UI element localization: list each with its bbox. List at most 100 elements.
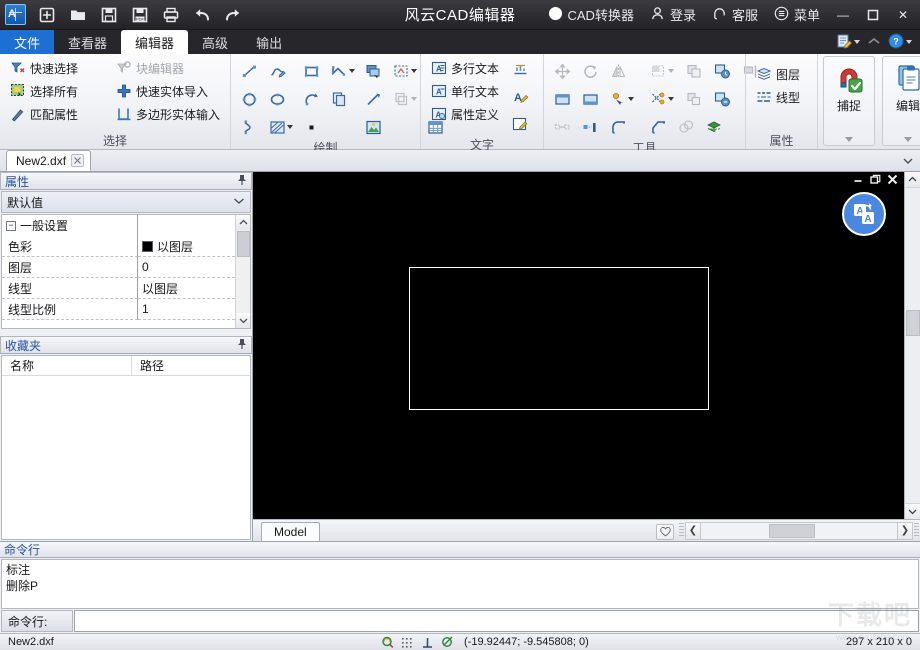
ellipse-tool[interactable] [264,86,290,112]
polygon-entity-input-item[interactable]: 多边形实体输入 [111,103,225,125]
text-style-pencil-tool[interactable]: A [507,84,533,110]
stretch-tool[interactable] [549,114,575,140]
property-row-layer[interactable]: 图层 0 [2,257,235,278]
splitter-grip-right[interactable] [914,523,919,538]
properties-default-combo[interactable]: 默认值 [1,191,251,213]
property-value-layer[interactable]: 0 [138,257,235,278]
extend-tool[interactable] [577,114,603,140]
circle-tool[interactable] [236,86,262,112]
rectangle-tool[interactable] [298,58,324,84]
pin-icon[interactable] [237,338,247,352]
chevron-down-icon[interactable] [845,137,853,142]
scale-tool[interactable] [709,58,735,84]
undo-button[interactable] [187,1,217,29]
help-button[interactable]: ? [886,33,914,52]
bring-front-tool[interactable] [549,86,575,112]
insert-block-tool[interactable] [360,58,386,84]
property-row-linetype-scale[interactable]: 线型比例 1 [2,299,235,320]
new-file-button[interactable] [32,1,62,29]
translate-language-icon[interactable]: A A [842,192,886,236]
explode-tool[interactable] [605,86,639,112]
point-tool[interactable] [298,114,324,140]
image-tool[interactable] [360,114,386,140]
cad-converter-button[interactable]: CAD转换器 [540,0,642,29]
properties-grid-scrollbar[interactable] [235,215,250,328]
support-button[interactable]: 客服 [704,0,766,29]
canvas-scroll-up-button[interactable] [904,172,920,188]
canvas-hscroll-thumb[interactable] [769,523,815,538]
angled-polyline-tool[interactable] [326,58,360,84]
rotate-tool[interactable] [577,58,603,84]
canvas-vertical-scrollbar[interactable] [904,172,920,519]
move-tool[interactable] [549,58,575,84]
attribute-definition-item[interactable]: A 属性定义 [426,103,507,125]
tab-output[interactable]: 输出 [242,30,296,54]
scroll-down-arrow-icon[interactable] [235,313,250,328]
hatch-tool[interactable] [264,114,298,140]
doc-tab-new2[interactable]: New2.dxf [6,150,92,171]
singleline-text-item[interactable]: A 单行文本 [426,80,507,102]
canvas-vscroll-thumb[interactable] [905,310,920,336]
property-value-linetype-scale[interactable]: 1 [138,299,235,320]
mdi-close-button[interactable] [887,174,898,188]
open-file-button[interactable] [63,1,93,29]
region-select-tool[interactable] [388,58,422,84]
canvas-scroll-right-button[interactable]: ❯ [897,521,913,540]
scrollbar-thumb[interactable] [236,231,250,257]
polar-toggle-icon[interactable] [441,635,455,649]
chevron-down-icon[interactable] [904,137,912,142]
document-tab-overflow[interactable] [902,150,920,171]
mdi-minimize-button[interactable] [853,174,864,188]
tab-file[interactable]: 文件 [0,30,55,54]
collapse-ribbon-button[interactable] [864,34,884,51]
chamfer-tool[interactable] [645,114,671,140]
array-tool[interactable] [681,86,707,112]
window-minimize-button[interactable]: — [828,0,858,29]
canvas-scroll-down-button[interactable] [904,503,920,519]
scroll-up-arrow-icon[interactable] [235,215,250,230]
text-align-tool[interactable] [507,57,533,83]
model-tab[interactable]: Model [261,522,320,541]
multiline-text-item[interactable]: A 多行文本 [426,57,507,79]
arc-tool[interactable] [298,86,324,112]
property-value-linetype[interactable]: 以图层 [138,278,235,299]
spline-tool[interactable] [236,114,262,140]
match-properties-item[interactable]: 匹配属性 [5,103,111,125]
offset-tool[interactable] [709,86,735,112]
gr i d-toggle-icon[interactable] [401,636,414,649]
canvas-hscroll-track[interactable] [701,521,897,540]
line-tool[interactable] [236,58,262,84]
measure-tool[interactable] [645,86,679,112]
close-x-icon[interactable] [71,154,85,167]
drawing-canvas[interactable]: A A [253,172,904,519]
fillet-tool[interactable] [605,114,631,140]
ortho-toggle-icon[interactable] [421,636,434,649]
window-maximize-button[interactable] [858,0,888,29]
pin-icon[interactable] [237,174,247,188]
send-back-tool[interactable] [577,86,603,112]
save-pdf-button[interactable]: PDF [125,1,155,29]
menu-button[interactable]: 菜单 [766,0,828,29]
copy-tool[interactable] [681,58,707,84]
group-expander-icon[interactable]: − [6,220,16,231]
window-close-button[interactable]: ✕ [888,0,918,29]
snap-big-button[interactable]: 捕捉 [823,56,875,146]
properties-group-header[interactable]: − 一般设置 [2,215,235,236]
print-button[interactable] [156,1,186,29]
copy-entity-tool[interactable] [326,86,352,112]
mirror-tool[interactable] [605,58,631,84]
polyline-pencil-tool[interactable] [264,58,290,84]
osnap-toggle-icon[interactable] [381,636,394,649]
stacked-shapes-tool[interactable] [388,86,422,112]
command-input[interactable] [74,610,919,632]
canvas-horizontal-scrollbar[interactable]: ❮ ❯ [685,520,913,541]
tab-advanced[interactable]: 高级 [188,30,242,54]
save-file-button[interactable] [94,1,124,29]
property-row-color[interactable]: 色彩 以图层 [2,236,235,257]
splitter-grip[interactable] [679,523,684,538]
quick-select-item[interactable]: 快速选择 [5,57,111,79]
cad-app-icon[interactable] [5,4,26,25]
edit-text-tool[interactable] [507,111,533,137]
canvas-vscroll-track[interactable] [904,188,920,503]
property-value-color-cell[interactable]: 以图层 [138,236,235,257]
